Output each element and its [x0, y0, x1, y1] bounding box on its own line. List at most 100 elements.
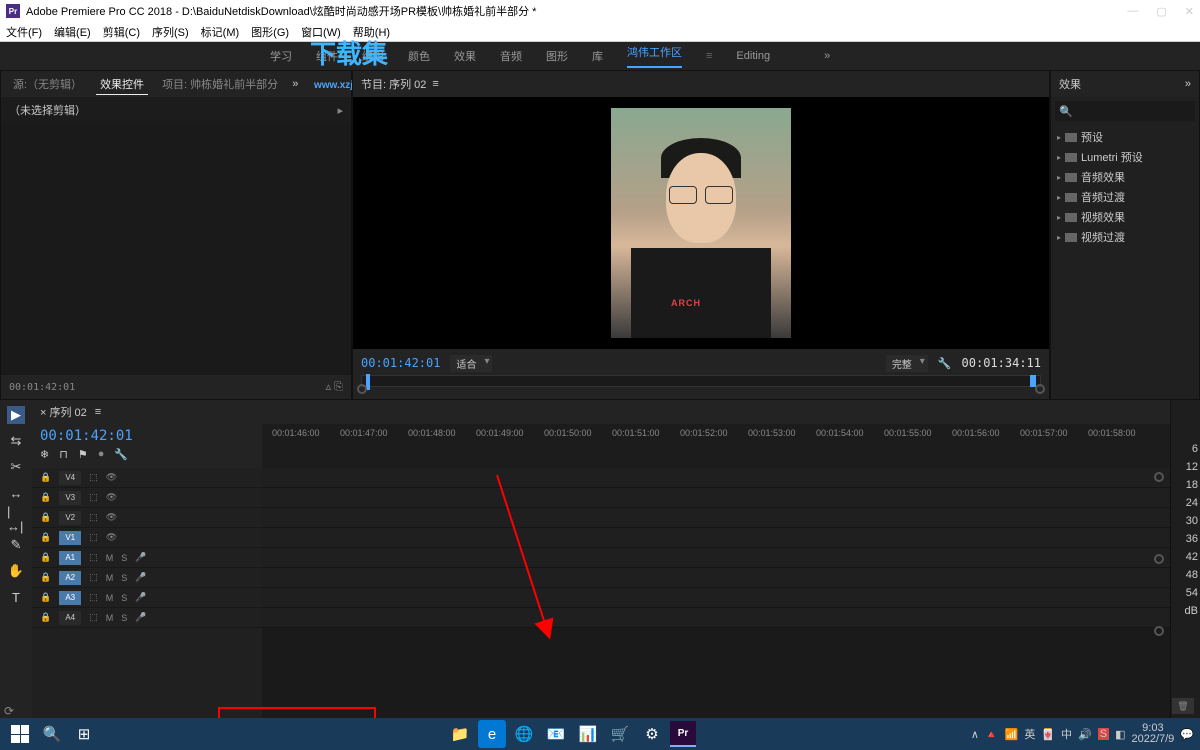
pen-tool[interactable]: ✎ — [7, 536, 25, 554]
time-ruler[interactable]: 00:01:46:0000:01:47:0000:01:48:0000:01:4… — [262, 424, 1170, 468]
track-label[interactable]: A1 — [59, 551, 81, 565]
selection-tool[interactable]: ▶ — [7, 406, 25, 424]
tray-ime-en[interactable]: 英 — [1024, 726, 1035, 742]
track-lane-V2[interactable] — [262, 508, 1170, 528]
sync-icon[interactable]: ⟳ — [4, 704, 14, 718]
workspace-audio[interactable]: 音频 — [500, 48, 522, 64]
effects-folder-1[interactable]: Lumetri 预设 — [1057, 147, 1193, 167]
tray-ime-icon[interactable]: 🀄 — [1041, 728, 1055, 741]
workspace-effects[interactable]: 效果 — [454, 48, 476, 64]
lock-icon[interactable]: 🔒 — [40, 492, 51, 503]
menu-graphics[interactable]: 图形(G) — [251, 24, 289, 40]
track-lane-A4[interactable] — [262, 608, 1170, 628]
effects-folder-4[interactable]: 视频效果 — [1057, 207, 1193, 227]
source-overflow[interactable]: » — [292, 78, 298, 90]
toggle-icon[interactable]: ⬚ — [89, 572, 98, 583]
link-icon[interactable]: ⊓ — [59, 448, 68, 461]
tray-volume-icon[interactable]: 🔊 — [1078, 728, 1092, 741]
close-button[interactable]: ✕ — [1185, 5, 1194, 18]
workspace-library[interactable]: 库 — [592, 48, 603, 64]
program-viewer[interactable]: ARCH — [353, 97, 1049, 349]
tray-icon[interactable]: 🔺 — [985, 728, 999, 741]
tray-misc-icon[interactable]: ◧ — [1115, 728, 1125, 741]
lock-icon[interactable]: 🔒 — [40, 512, 51, 523]
track-label[interactable]: A2 — [59, 571, 81, 585]
track-lane-V3[interactable] — [262, 488, 1170, 508]
lock-icon[interactable]: 🔒 — [40, 552, 51, 563]
minimize-button[interactable]: — — [1127, 5, 1138, 18]
lock-icon[interactable]: 🔒 — [40, 592, 51, 603]
taskbar-premiere[interactable]: Pr — [670, 721, 696, 747]
track-header-A2[interactable]: 🔒A2⬚MS🎤 — [32, 568, 262, 588]
track-lane-A3[interactable] — [262, 588, 1170, 608]
fit-dropdown[interactable]: 适合 — [450, 355, 492, 372]
menu-edit[interactable]: 编辑(E) — [54, 24, 91, 40]
track-header-V4[interactable]: 🔒V4⬚👁 — [32, 468, 262, 488]
track-header-V2[interactable]: 🔒V2⬚👁 — [32, 508, 262, 528]
track-content[interactable] — [262, 468, 1170, 718]
maximize-button[interactable]: ▢ — [1156, 5, 1166, 18]
toggle-icon[interactable]: ⬚ — [89, 512, 98, 523]
effects-folder-0[interactable]: 预设 — [1057, 127, 1193, 147]
toggle-icon[interactable]: ⬚ — [89, 612, 98, 623]
trash-icon[interactable]: 🗑 — [1172, 698, 1194, 714]
taskbar-browser[interactable]: 🌐 — [510, 720, 538, 748]
track-label[interactable]: V4 — [59, 471, 81, 485]
wrench-icon[interactable]: 🔧 — [114, 448, 128, 461]
lock-icon[interactable]: 🔒 — [40, 572, 51, 583]
effects-search[interactable]: 🔍 — [1055, 101, 1195, 121]
track-lane-A2[interactable] — [262, 568, 1170, 588]
workspace-color[interactable]: 颜色 — [408, 48, 430, 64]
workspace-learn[interactable]: 学习 — [270, 48, 292, 64]
slip-tool[interactable]: |↔| — [7, 510, 25, 528]
lock-icon[interactable]: 🔒 — [40, 612, 51, 623]
tab-effect-controls[interactable]: 效果控件 — [96, 74, 148, 95]
settings-icon[interactable]: 🔧 — [938, 357, 952, 370]
quality-dropdown[interactable]: 完整 — [886, 355, 928, 372]
taskbar-explorer[interactable]: 📁 — [446, 720, 474, 748]
taskbar-app1[interactable]: 📊 — [574, 720, 602, 748]
program-scrubber[interactable] — [361, 375, 1041, 387]
taskbar-settings[interactable]: ⚙ — [638, 720, 666, 748]
program-menu-icon[interactable]: ≡ — [432, 78, 438, 90]
track-header-V3[interactable]: 🔒V3⬚👁 — [32, 488, 262, 508]
tab-source[interactable]: 源:（无剪辑） — [9, 74, 86, 94]
menu-clip[interactable]: 剪辑(C) — [103, 24, 140, 40]
taskbar-store[interactable]: 🛒 — [606, 720, 634, 748]
effects-folder-3[interactable]: 音频过渡 — [1057, 187, 1193, 207]
tab-project[interactable]: 项目: 帅栋婚礼前半部分 — [158, 74, 282, 94]
sequence-tab[interactable]: × 序列 02 — [40, 404, 87, 420]
lock-icon[interactable]: 🔒 — [40, 532, 51, 543]
menu-markers[interactable]: 标记(M) — [201, 24, 240, 40]
settings-dot-icon[interactable]: ● — [98, 448, 105, 461]
track-lane-V1[interactable] — [262, 528, 1170, 548]
ripple-tool[interactable]: ✂ — [7, 458, 25, 476]
menu-file[interactable]: 文件(F) — [6, 24, 42, 40]
menu-sequence[interactable]: 序列(S) — [152, 24, 189, 40]
taskbar-clock[interactable]: 9:032022/7/9 — [1131, 723, 1174, 745]
workspace-custom[interactable]: 鸿伟工作区 — [627, 44, 682, 68]
workspace-graphics[interactable]: 图形 — [546, 48, 568, 64]
track-label[interactable]: A3 — [59, 591, 81, 605]
start-button[interactable] — [6, 720, 34, 748]
track-header-A3[interactable]: 🔒A3⬚MS🎤 — [32, 588, 262, 608]
hand-tool[interactable]: ✋ — [7, 562, 25, 580]
razor-tool[interactable]: ↔ — [7, 484, 25, 502]
tray-network-icon[interactable]: 📶 — [1005, 728, 1019, 741]
tray-up-icon[interactable]: ∧ — [971, 728, 979, 741]
track-header-A4[interactable]: 🔒A4⬚MS🎤 — [32, 608, 262, 628]
toggle-icon[interactable]: ⬚ — [89, 492, 98, 503]
program-tc-current[interactable]: 00:01:42:01 — [361, 356, 440, 370]
toggle-icon[interactable]: ⬚ — [89, 552, 98, 563]
tray-ime-cn[interactable]: 中 — [1061, 726, 1072, 742]
system-tray[interactable]: ∧ 🔺 📶 英 🀄 中 🔊 S ◧ 9:032022/7/9 💬 — [971, 723, 1194, 745]
effects-folder-2[interactable]: 音频效果 — [1057, 167, 1193, 187]
lock-icon[interactable]: 🔒 — [40, 472, 51, 483]
workspace-editing[interactable]: Editing — [736, 50, 770, 62]
snap-icon[interactable]: ❄ — [40, 448, 49, 461]
taskbar-taskview[interactable]: ⊞ — [70, 720, 98, 748]
track-lane-A1[interactable] — [262, 548, 1170, 568]
timeline-timecode[interactable]: 00:01:42:01 — [40, 428, 254, 444]
toggle-icon[interactable]: ⬚ — [89, 472, 98, 483]
track-label[interactable]: V3 — [59, 491, 81, 505]
